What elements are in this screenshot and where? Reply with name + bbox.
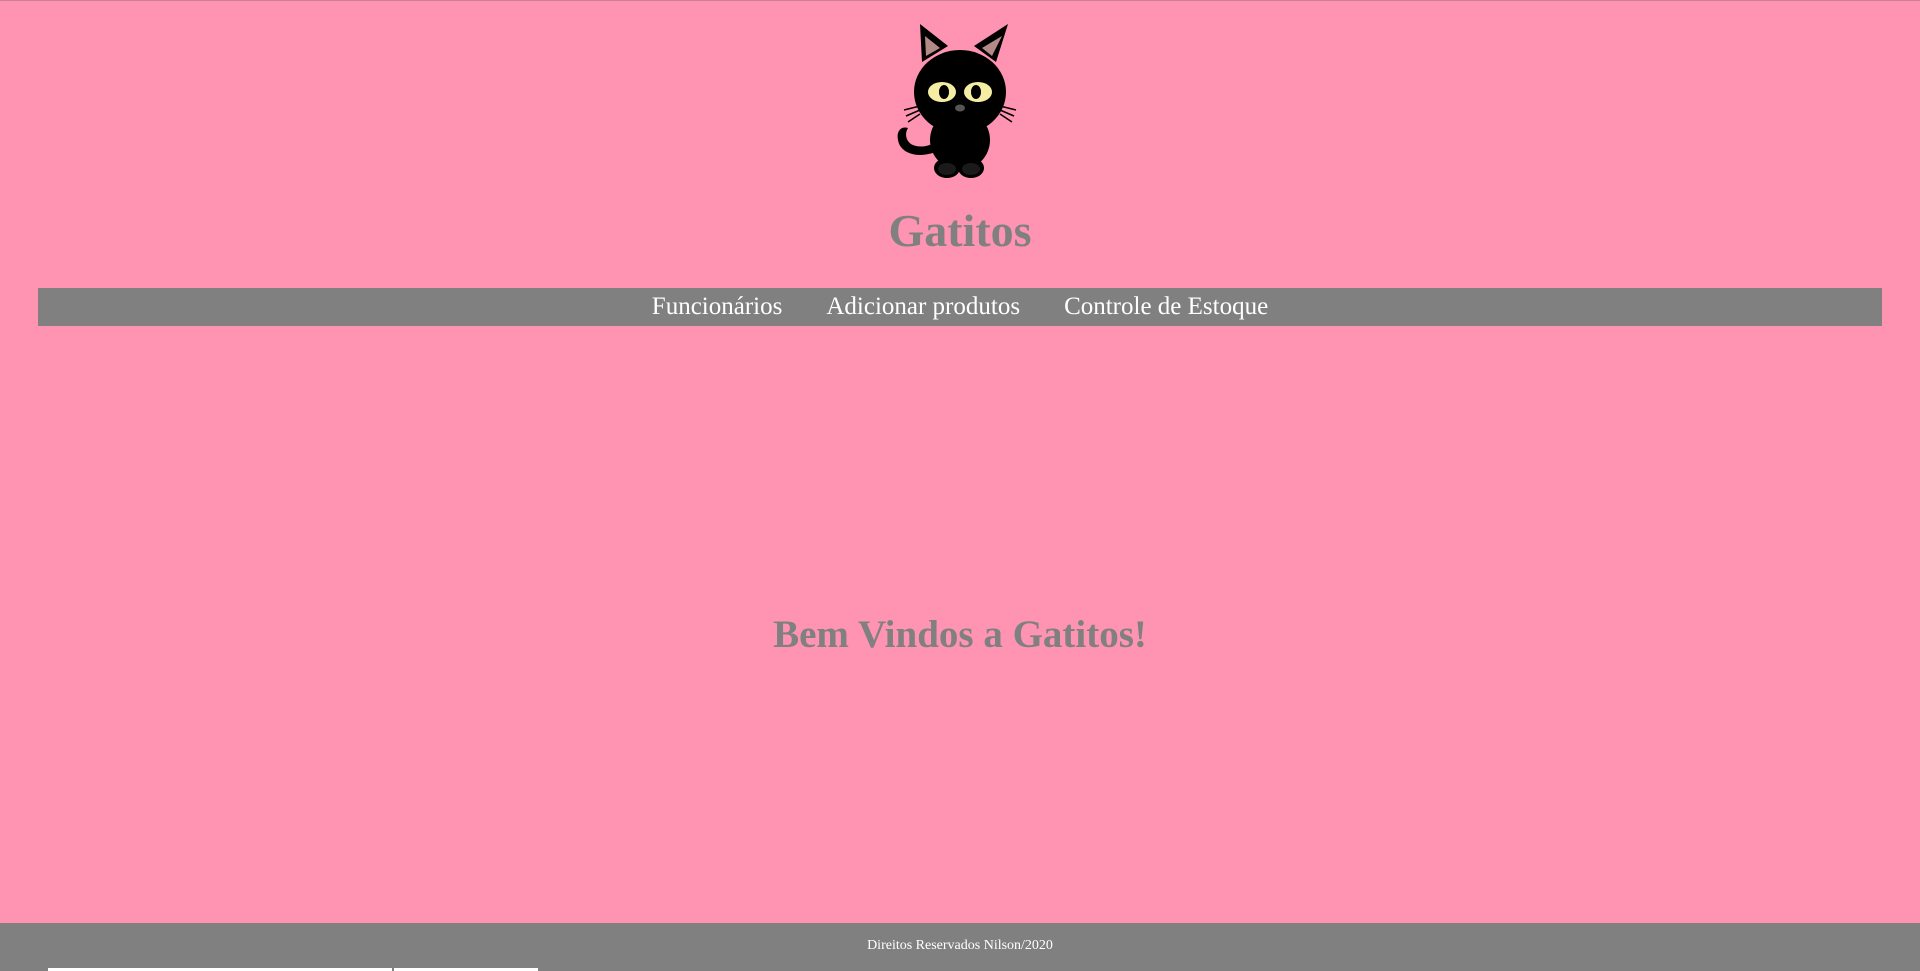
top-border [0, 0, 1920, 1]
nav-link-funcionarios[interactable]: Funcionários [652, 288, 783, 326]
footer-copyright: Direitos Reservados Nilson/2020 [867, 938, 1053, 953]
footer: Direitos Reservados Nilson/2020 [0, 923, 1920, 971]
welcome-heading: Bem Vindos a Gatitos! [773, 613, 1147, 656]
site-title: Gatitos [888, 205, 1032, 256]
nav-link-adicionar-produtos[interactable]: Adicionar produtos [826, 288, 1020, 326]
black-cat-icon [897, 24, 1017, 178]
main-nav: Funcionários Adicionar produtos Controle… [38, 288, 1882, 326]
nav-link-controle-estoque[interactable]: Controle de Estoque [1064, 288, 1268, 326]
